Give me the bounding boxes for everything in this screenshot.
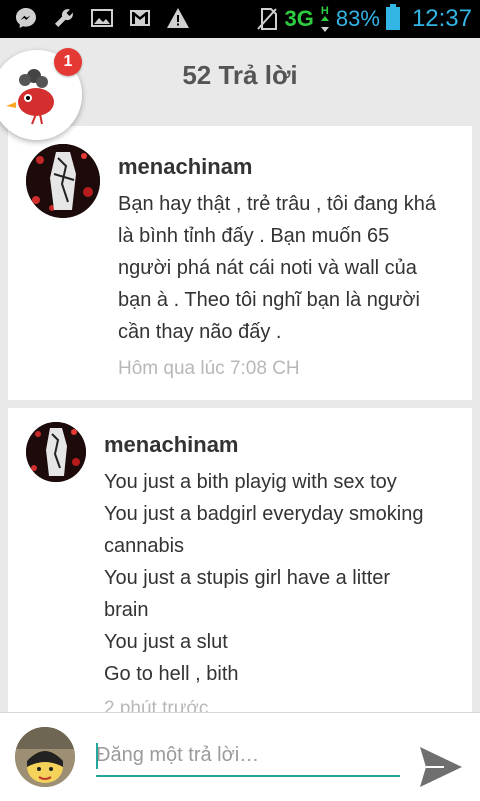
image-icon [90,6,114,30]
comment-author[interactable]: menachinam [104,432,239,458]
status-bar-notifications [14,6,190,30]
comment-line: cannabis [104,535,185,557]
battery-icon [385,3,400,35]
reply-input[interactable] [96,735,400,777]
clock: 12:37 [411,5,472,32]
send-icon [420,747,462,787]
comment-line: You just a bith playig with sex toy [104,471,397,493]
status-bar-system: 3G H 83% 12:37 [255,0,472,38]
gmail-icon [128,6,152,30]
no-sim-icon [255,7,279,31]
comment-line: brain [104,599,149,621]
comment-line: You just a slut [104,631,228,653]
battery-percent: 83% [335,6,380,31]
text-cursor [96,743,98,769]
notification-badge[interactable]: 1 [54,48,82,76]
comment-line: người phá nát cái noti và wall của [118,257,417,279]
comment-line: Bạn hay thật , trẻ trâu , tôi đang khá [118,193,436,215]
commenter-avatar[interactable] [26,422,86,482]
network-subtype: H [320,5,329,17]
comment-line: bạn à . Theo tôi nghĩ bạn là người [118,289,420,311]
network-type: 3G [284,6,314,31]
comment-timestamp: Hôm qua lúc 7:08 CH [118,358,300,379]
comment-line: You just a badgirl everyday smoking [104,503,424,525]
my-avatar [15,727,75,787]
signal-icon: H [320,6,330,32]
comment-line: là bình tỉnh đấy . Bạn muốn 65 [118,225,390,247]
comment-card: menachinam You just a bith playig with s… [8,408,472,718]
comment-card: menachinam Bạn hay thật , trẻ trâu , tôi… [8,126,472,400]
wrench-icon [52,6,76,30]
reply-bar [0,712,480,801]
comment-text: Bạn hay thật , trẻ trâu , tôi đang khá l… [118,188,436,348]
comment-author[interactable]: menachinam [118,154,253,180]
comment-line: You just a stupis girl have a litter [104,567,391,589]
comment-line: cần thay não đấy . [118,321,282,343]
comment-text: You just a bith playig with sex toy You … [104,466,423,690]
warning-icon [166,6,190,30]
send-button[interactable] [418,745,464,789]
commenter-avatar[interactable] [26,144,100,218]
status-bar: 3G H 83% 12:37 [0,0,480,38]
messenger-icon [14,6,38,30]
comment-line: Go to hell , bith [104,663,239,685]
